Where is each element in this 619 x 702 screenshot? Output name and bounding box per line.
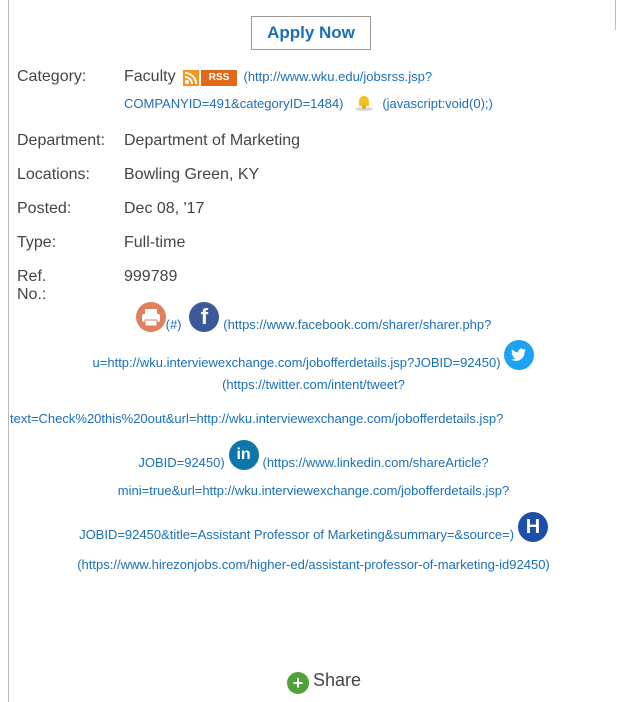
linkedin-icon[interactable]: in <box>228 440 259 470</box>
twitter-link-continued[interactable]: text=Check%20this%20out&url=http://wku.i… <box>10 411 503 426</box>
type-value: Full-time <box>124 234 186 251</box>
locations-value: Bowling Green, KY <box>124 166 260 183</box>
category-label: Category: <box>17 68 87 85</box>
share-line-2: u=http://wku.interviewexchange.com/jobof… <box>8 340 619 370</box>
category-value-line: Faculty RSS (http://www.wku.edu/jobsrss.… <box>124 68 432 86</box>
posted-value: Dec 08, '17 <box>124 200 205 217</box>
twitter-link[interactable]: (https://twitter.com/intent/tweet? <box>222 377 405 392</box>
share-line-4: text=Check%20this%20out&url=http://wku.i… <box>10 410 619 426</box>
plus-icon: + <box>287 672 309 694</box>
twitter-icon[interactable] <box>504 340 535 370</box>
linkedin-link-end[interactable]: JOBID=92450&title=Assistant Professor of… <box>79 527 514 542</box>
share-line-6: mini=true&url=http://wku.interviewexchan… <box>8 482 619 498</box>
hirezon-link[interactable]: (https://www.hirezonjobs.com/higher-ed/a… <box>77 557 550 572</box>
department-value: Department of Marketing <box>124 132 301 149</box>
hirezon-icon[interactable]: H <box>517 512 548 542</box>
job-alert-link[interactable]: (javascript:void(0);) <box>382 96 493 111</box>
ref-label: Ref. No.: <box>17 268 47 303</box>
job-alert-bell-icon[interactable] <box>354 93 374 111</box>
linkedin-link[interactable]: (https://www.linkedin.com/shareArticle? <box>262 455 488 470</box>
panel-divider <box>615 0 616 30</box>
share-line-7: JOBID=92450&title=Assistant Professor of… <box>8 512 619 542</box>
category-value: Faculty <box>124 68 176 85</box>
facebook-link-continued[interactable]: u=http://wku.interviewexchange.com/jobof… <box>93 355 501 370</box>
share-line-1: (#) f (https://www.facebook.com/sharer/s… <box>8 302 619 332</box>
twitter-link-end[interactable]: JOBID=92450) <box>138 455 224 470</box>
share-line-5: JOBID=92450) in (https://www.linkedin.co… <box>8 440 619 470</box>
share-line-3: (https://twitter.com/intent/tweet? <box>8 376 619 392</box>
print-icon[interactable] <box>135 302 166 332</box>
facebook-link[interactable]: (https://www.facebook.com/sharer/sharer.… <box>223 317 491 332</box>
linkedin-link-continued[interactable]: mini=true&url=http://wku.interviewexchan… <box>118 483 509 498</box>
share-line-8: (https://www.hirezonjobs.com/higher-ed/a… <box>8 556 619 572</box>
locations-label: Locations: <box>17 166 90 183</box>
rss-badge-text: RSS <box>201 70 238 86</box>
print-link[interactable]: (#) <box>166 317 182 332</box>
share-label: Share <box>313 670 362 690</box>
share-button[interactable]: + Share <box>287 670 361 694</box>
ref-value: 999789 <box>124 268 178 285</box>
type-label: Type: <box>17 234 57 251</box>
rss-link-continued[interactable]: COMPANYID=491&categoryID=1484) <box>124 96 343 111</box>
rss-icon[interactable]: RSS <box>183 70 238 86</box>
apply-now-button[interactable]: Apply Now <box>251 16 371 50</box>
department-label: Department: <box>17 132 106 149</box>
facebook-icon[interactable]: f <box>189 302 220 332</box>
posted-label: Posted: <box>17 200 72 217</box>
category-value-line-2: COMPANYID=491&categoryID=1484) (javascri… <box>124 93 493 113</box>
rss-link[interactable]: (http://www.wku.edu/jobsrss.jsp? <box>243 69 432 84</box>
